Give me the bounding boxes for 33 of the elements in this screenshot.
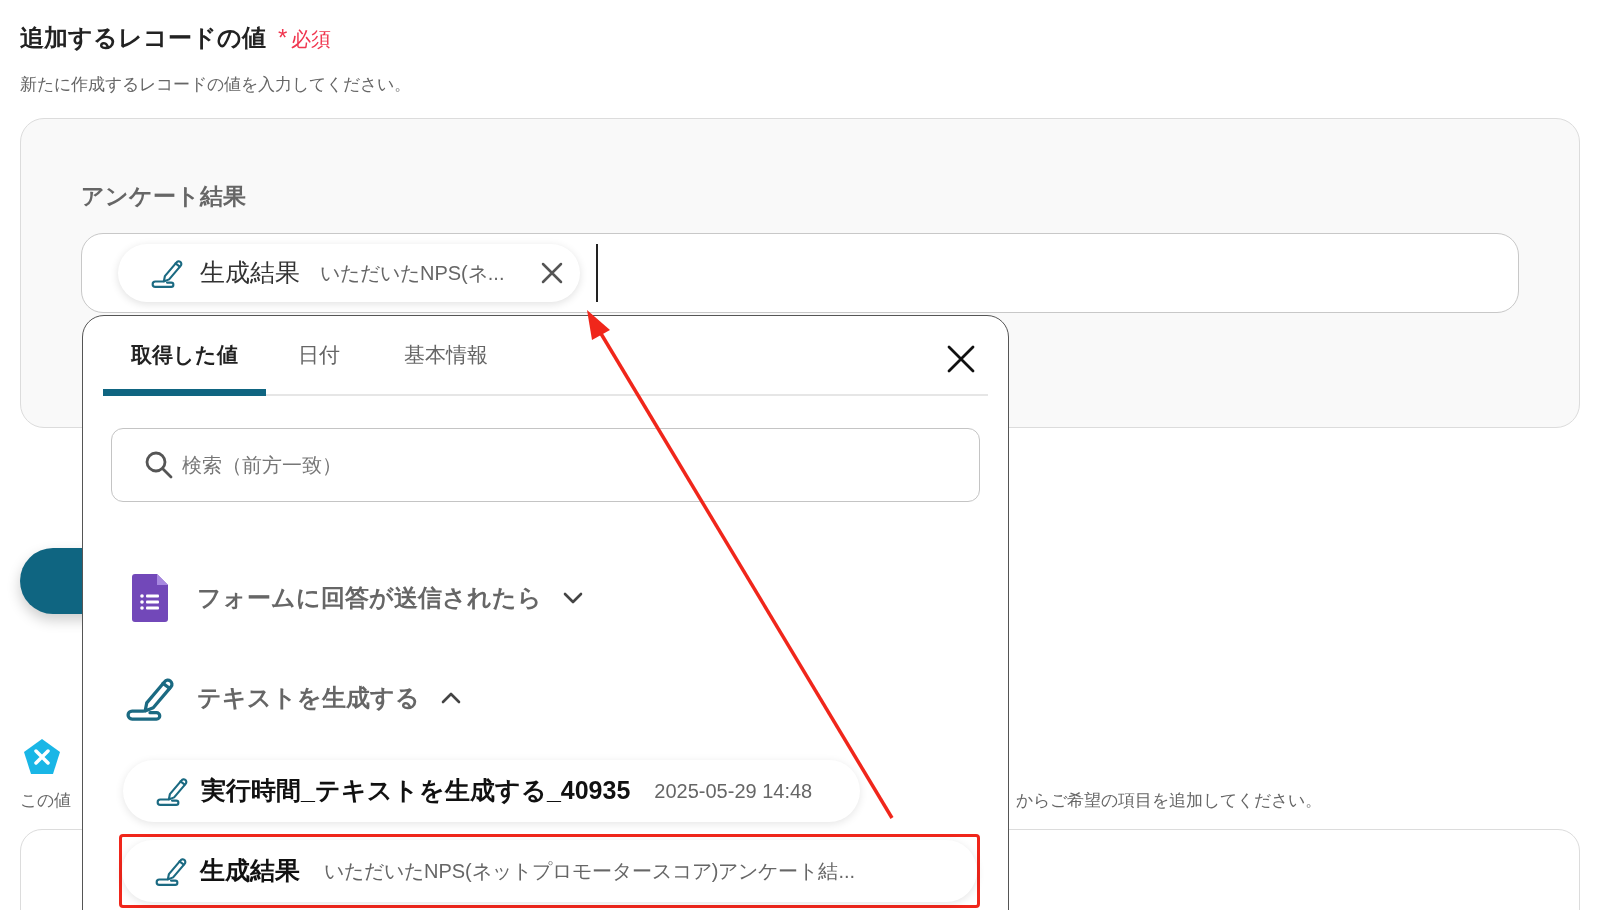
- app-logo-icon: [23, 737, 61, 776]
- form-document-icon: [132, 574, 168, 622]
- group-title: フォームに回答が送信されたら: [197, 583, 542, 613]
- chip-preview: いただいたNPS(ネ...: [320, 261, 505, 286]
- section-description: 新たに作成するレコードの値を入力してください。: [20, 74, 412, 96]
- group-header[interactable]: テキストを生成する: [103, 648, 988, 748]
- chip-name: 生成結果: [200, 257, 300, 289]
- chevron-up-icon: [440, 691, 462, 705]
- tab[interactable]: 日付: [266, 316, 372, 396]
- tab[interactable]: 取得した値: [103, 316, 266, 396]
- hint-text: この値: [20, 789, 71, 812]
- chevron-down-icon: [562, 591, 584, 605]
- required-label: 必須: [291, 27, 332, 52]
- item-value: 2025-05-29 14:48: [654, 779, 813, 804]
- value-input-field[interactable]: 生成結果 いただいたNPS(ネ...: [81, 233, 1519, 313]
- item-value: いただいたNPS(ネットプロモータースコア)アンケート結...: [324, 859, 856, 884]
- close-icon[interactable]: [540, 261, 565, 285]
- group-header[interactable]: フォームに回答が送信されたら: [103, 548, 988, 648]
- hint-text: からご希望の項目を追加してください。: [1016, 789, 1322, 812]
- close-icon[interactable]: [946, 344, 976, 374]
- group-title: テキストを生成する: [197, 683, 420, 713]
- field-label: アンケート結果: [81, 181, 247, 211]
- search-icon: [144, 450, 174, 480]
- section-title: 追加するレコードの値: [20, 23, 266, 53]
- item-name: 生成結果: [200, 855, 300, 887]
- search-field[interactable]: 検索（前方一致）: [111, 428, 980, 502]
- value-chip[interactable]: 生成結果 いただいたNPS(ネ...: [118, 244, 581, 302]
- item-name: 実行時間_テキストを生成する_40935: [201, 775, 631, 807]
- value-item[interactable]: 生成結果 いただいたNPS(ネットプロモータースコア)アンケート結...: [119, 834, 980, 908]
- text-cursor: [596, 244, 599, 302]
- tab[interactable]: 基本情報: [372, 316, 520, 396]
- search-input[interactable]: 検索（前方一致）: [182, 450, 947, 480]
- required-asterisk: *: [278, 23, 288, 53]
